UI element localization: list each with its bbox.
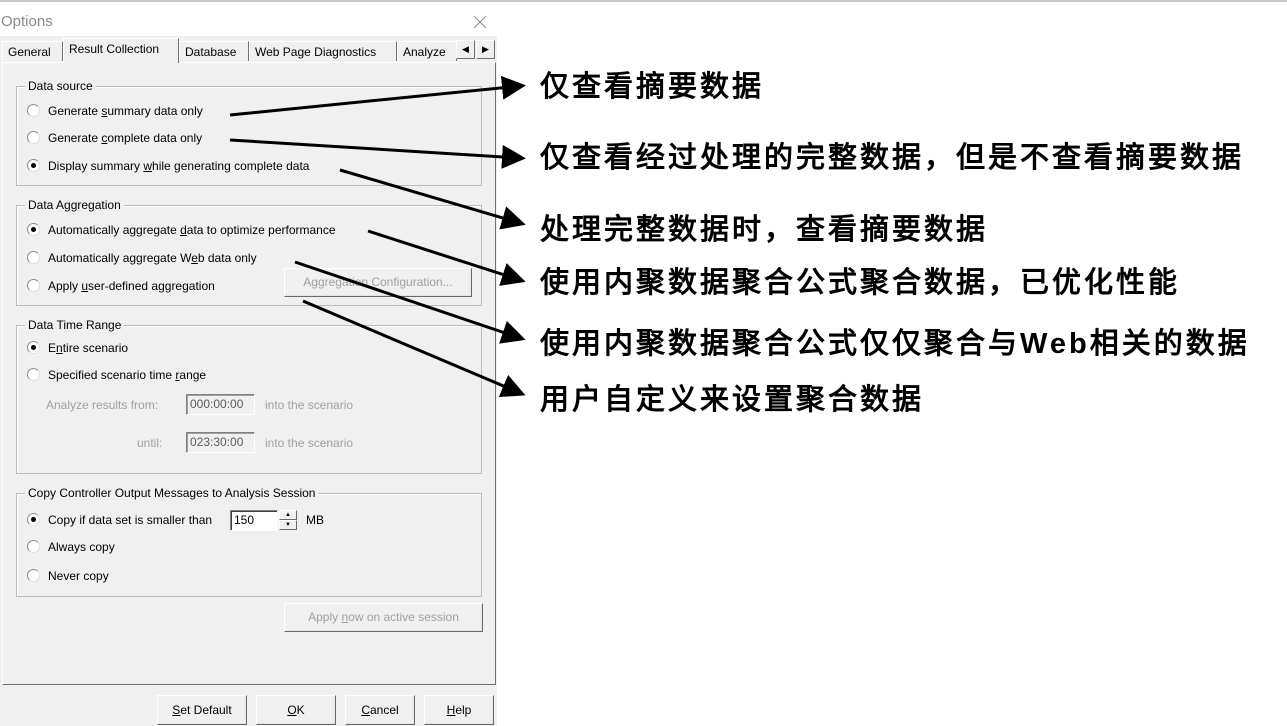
from-time-field[interactable]: 000:00:00 bbox=[186, 394, 255, 415]
help-button[interactable]: Help bbox=[424, 695, 494, 725]
title-bar: Options bbox=[0, 2, 497, 36]
radio-always-copy[interactable]: Always copy bbox=[27, 539, 115, 555]
from-suffix: into the scenario bbox=[265, 398, 354, 412]
tab-scroll-right-button[interactable]: ▶ bbox=[476, 40, 495, 59]
arrow-left-icon: ◀ bbox=[462, 44, 469, 54]
radio-selected-icon[interactable] bbox=[27, 341, 40, 355]
cancel-button[interactable]: Cancel bbox=[345, 695, 415, 725]
radio-icon[interactable] bbox=[27, 569, 40, 583]
window-title: Options bbox=[1, 13, 53, 30]
radio-icon[interactable] bbox=[27, 368, 40, 382]
set-default-button[interactable]: Set Default bbox=[157, 695, 247, 725]
spin-down-button[interactable]: ▼ bbox=[279, 520, 297, 530]
radio-icon[interactable] bbox=[27, 540, 40, 554]
radio-aggregate-web-only[interactable]: Automatically aggregate Web data only bbox=[27, 250, 257, 266]
annotation-summary-while-complete: 处理完整数据时，查看摘要数据 bbox=[540, 214, 989, 246]
apply-now-button[interactable]: Apply now on active session bbox=[284, 603, 483, 632]
radio-entire-scenario[interactable]: Entire scenario bbox=[27, 340, 128, 356]
size-unit: MB bbox=[306, 513, 324, 527]
data-time-range-label: Data Time Range bbox=[25, 318, 125, 332]
annotation-user-defined: 用户自定义来设置聚合数据 bbox=[540, 384, 925, 416]
analyze-from-label: Analyze results from: bbox=[46, 398, 159, 412]
radio-summary-only[interactable]: Generate summary data only bbox=[27, 103, 203, 119]
spin-up-button[interactable]: ▲ bbox=[279, 510, 297, 520]
radio-complete-only[interactable]: Generate complete data only bbox=[27, 130, 202, 146]
annotation-summary-only: 仅查看摘要数据 bbox=[540, 71, 765, 103]
aggregation-configuration-button[interactable]: Aggregation Configuration... bbox=[284, 268, 472, 297]
annotation-complete-only: 仅查看经过处理的完整数据，但是不查看摘要数据 bbox=[540, 142, 1245, 174]
data-time-range-group: Data Time Range Entire scenario Specifie… bbox=[16, 318, 482, 474]
size-spinner[interactable]: ▲ ▼ bbox=[279, 510, 297, 531]
ok-button[interactable]: OK bbox=[256, 695, 336, 725]
radio-icon[interactable] bbox=[27, 251, 40, 265]
radio-icon[interactable] bbox=[27, 131, 40, 145]
tab-analyze[interactable]: Analyze bbox=[397, 41, 457, 61]
tab-panel: Data source Generate summary data only G… bbox=[2, 62, 496, 685]
radio-icon[interactable] bbox=[27, 279, 40, 293]
copy-output-group: Copy Controller Output Messages to Analy… bbox=[16, 486, 482, 597]
radio-icon[interactable] bbox=[27, 104, 40, 118]
arrow-right-icon: ▶ bbox=[482, 44, 489, 54]
radio-summary-while-complete[interactable]: Display summary while generating complet… bbox=[27, 158, 309, 174]
close-icon[interactable] bbox=[472, 14, 488, 30]
tab-general[interactable]: General bbox=[2, 41, 63, 61]
until-label: until: bbox=[137, 436, 163, 450]
radio-selected-icon[interactable] bbox=[27, 223, 40, 237]
data-source-group: Data source Generate summary data only G… bbox=[16, 79, 482, 186]
annotation-auto-aggregate: 使用内聚数据聚合公式聚合数据，已优化性能 bbox=[540, 267, 1181, 299]
size-limit-input[interactable]: 150 bbox=[230, 510, 278, 531]
until-time-field[interactable]: 023:30:00 bbox=[186, 432, 255, 453]
radio-user-defined-aggregation[interactable]: Apply user-defined aggregation bbox=[27, 278, 215, 294]
options-dialog: General Result Collection Database Web P… bbox=[0, 36, 497, 726]
radio-auto-aggregate[interactable]: Automatically aggregate data to optimize… bbox=[27, 222, 336, 238]
until-suffix: into the scenario bbox=[265, 436, 354, 450]
copy-output-label: Copy Controller Output Messages to Analy… bbox=[25, 486, 319, 500]
tab-web-page-diagnostics[interactable]: Web Page Diagnostics bbox=[249, 41, 397, 61]
tab-database[interactable]: Database bbox=[179, 41, 249, 61]
radio-never-copy[interactable]: Never copy bbox=[27, 568, 109, 584]
radio-copy-if-smaller[interactable]: Copy if data set is smaller than bbox=[27, 512, 212, 528]
radio-selected-icon[interactable] bbox=[27, 159, 40, 173]
radio-specified-time-range[interactable]: Specified scenario time range bbox=[27, 367, 206, 383]
data-aggregation-label: Data Aggregation bbox=[25, 198, 124, 212]
tab-result-collection[interactable]: Result Collection bbox=[63, 38, 179, 63]
data-source-label: Data source bbox=[25, 79, 96, 93]
data-aggregation-group: Data Aggregation Automatically aggregate… bbox=[16, 198, 482, 306]
tab-scroll-left-button[interactable]: ◀ bbox=[456, 40, 475, 59]
radio-selected-icon[interactable] bbox=[27, 513, 40, 527]
annotation-aggregate-web: 使用内聚数据聚合公式仅仅聚合与Web相关的数据 bbox=[540, 328, 1250, 360]
